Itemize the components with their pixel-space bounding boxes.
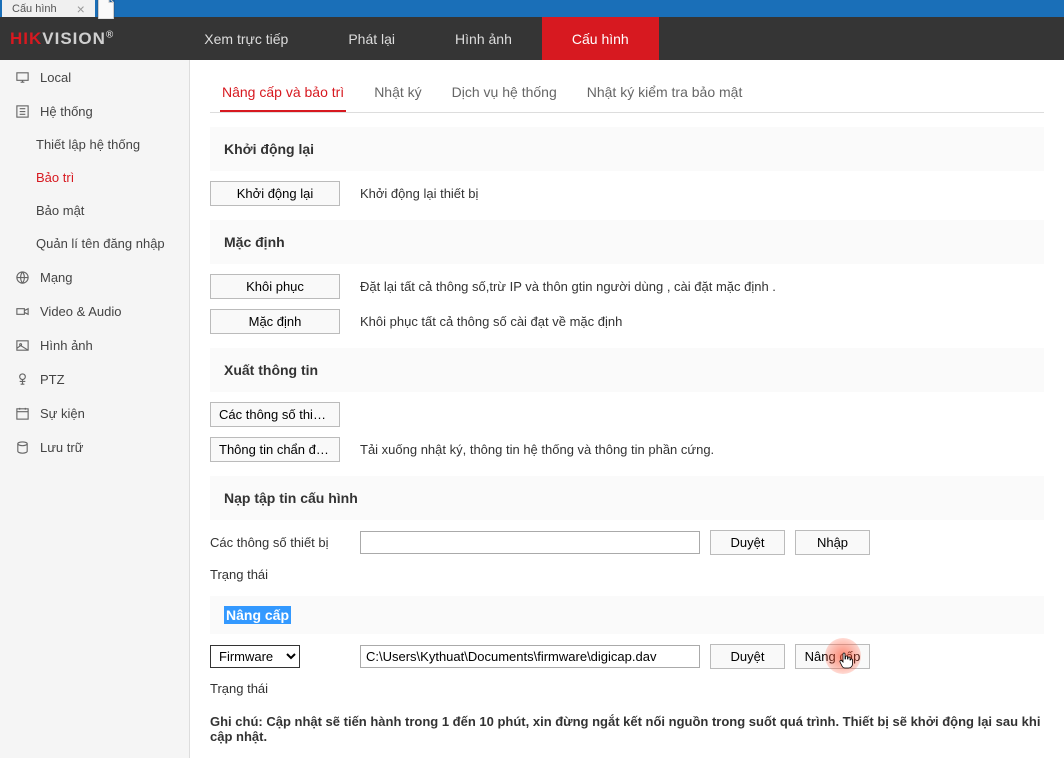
diagnose-info-button[interactable]: Thông tin chẩn đo… — [210, 437, 340, 462]
logo: HIKVISION® — [0, 29, 114, 49]
sidebar-label: Local — [40, 70, 71, 85]
panel-reboot: Khởi động lại — [210, 127, 1044, 171]
browser-tab[interactable]: Cấu hình × — [2, 0, 95, 17]
tab-log[interactable]: Nhật ký — [372, 74, 423, 112]
logo-part1: HIK — [10, 29, 42, 48]
panel-export: Xuất thông tin — [210, 348, 1044, 392]
upgrade-path-input[interactable] — [360, 645, 700, 668]
sidebar-item-user-management[interactable]: Quản lí tên đăng nhập — [0, 227, 189, 260]
sidebar-item-local[interactable]: Local — [0, 60, 189, 94]
sidebar-label: PTZ — [40, 372, 65, 387]
restore-button[interactable]: Khôi phục — [210, 274, 340, 299]
import-label: Các thông số thiết bị — [210, 535, 360, 550]
panel-import: Nạp tập tin cấu hình — [210, 476, 1044, 520]
sidebar-item-image[interactable]: Hình ảnh — [0, 328, 189, 362]
import-status-label: Trạng thái — [210, 567, 1044, 582]
sidebar-label: Bảo mật — [36, 203, 84, 218]
sidebar-label: Sự kiện — [40, 406, 85, 421]
sidebar-item-system[interactable]: Hệ thống — [0, 94, 189, 128]
sidebar-label: Hệ thống — [40, 104, 93, 119]
sidebar-label: Mạng — [40, 270, 73, 285]
ptz-icon — [14, 371, 30, 387]
sidebar-item-network[interactable]: Mạng — [0, 260, 189, 294]
upgrade-note: Ghi chú: Cập nhật sẽ tiến hành trong 1 đ… — [210, 714, 1044, 744]
nav-playback[interactable]: Phát lại — [318, 17, 425, 60]
tab-security-audit[interactable]: Nhật ký kiểm tra bảo mật — [585, 74, 745, 112]
panel-title: Nạp tập tin cấu hình — [224, 486, 1030, 510]
nav-picture[interactable]: Hình ảnh — [425, 17, 542, 60]
logo-registered: ® — [106, 29, 114, 40]
tab-title: Cấu hình — [12, 3, 57, 15]
image-icon — [14, 337, 30, 353]
device-params-button[interactable]: Các thông số thiết… — [210, 402, 340, 427]
panel-title: Xuất thông tin — [224, 358, 1030, 382]
sidebar-item-system-settings[interactable]: Thiết lập hệ thống — [0, 128, 189, 161]
reboot-description: Khởi động lại thiết bị — [360, 186, 478, 201]
sidebar-item-security[interactable]: Bảo mật — [0, 194, 189, 227]
sidebar-label: Video & Audio — [40, 304, 121, 319]
sidebar-item-ptz[interactable]: PTZ — [0, 362, 189, 396]
sidebar-label: Quản lí tên đăng nhập — [36, 236, 165, 251]
content-tabs: Nâng cấp và bảo trì Nhật ký Dịch vụ hệ t… — [210, 74, 1044, 113]
default-description: Khôi phục tất cả thông số cài đạt về mặc… — [360, 314, 622, 329]
import-browse-button[interactable]: Duyệt — [710, 530, 785, 555]
panel-title: Mặc định — [224, 230, 1030, 254]
close-icon[interactable]: × — [77, 1, 85, 17]
sidebar: Local Hệ thống Thiết lập hệ thống Bảo tr… — [0, 60, 190, 758]
panel-title: Nâng cấp — [224, 606, 291, 624]
sidebar-item-storage[interactable]: Lưu trữ — [0, 430, 189, 464]
browser-tab-bar: Cấu hình × — [0, 0, 1064, 17]
globe-icon — [14, 269, 30, 285]
panel-title: Khởi động lại — [224, 137, 1030, 161]
sidebar-item-maintenance[interactable]: Bảo trì — [0, 161, 189, 194]
sidebar-label: Thiết lập hệ thống — [36, 137, 140, 152]
logo-part2: VISION — [42, 29, 106, 48]
restore-description: Đặt lại tất cả thông số,trừ IP và thôn g… — [360, 279, 776, 294]
page-icon — [97, 0, 115, 19]
panel-upgrade: Nâng cấp — [210, 596, 1044, 634]
calendar-icon — [14, 405, 30, 421]
sidebar-item-event[interactable]: Sự kiện — [0, 396, 189, 430]
tab-system-service[interactable]: Dịch vụ hệ thống — [450, 74, 559, 112]
camera-icon — [14, 303, 30, 319]
reboot-button[interactable]: Khởi động lại — [210, 181, 340, 206]
settings-icon — [14, 103, 30, 119]
upgrade-button[interactable]: Nâng cấp — [795, 644, 870, 669]
header: HIKVISION® Xem trực tiếp Phát lại Hình ả… — [0, 17, 1064, 60]
tab-upgrade-maintenance[interactable]: Nâng cấp và bảo trì — [220, 74, 346, 112]
sidebar-label: Bảo trì — [36, 170, 74, 185]
storage-icon — [14, 439, 30, 455]
upgrade-status-label: Trạng thái — [210, 681, 1044, 696]
nav-liveview[interactable]: Xem trực tiếp — [174, 17, 318, 60]
upgrade-browse-button[interactable]: Duyệt — [710, 644, 785, 669]
nav-configuration[interactable]: Cấu hình — [542, 17, 659, 60]
upgrade-type-select[interactable]: Firmware — [210, 645, 300, 668]
monitor-icon — [14, 69, 30, 85]
sidebar-label: Hình ảnh — [40, 338, 93, 353]
panel-default: Mặc định — [210, 220, 1044, 264]
content: Nâng cấp và bảo trì Nhật ký Dịch vụ hệ t… — [190, 60, 1064, 758]
main-nav: Xem trực tiếp Phát lại Hình ảnh Cấu hình — [174, 17, 658, 60]
default-button[interactable]: Mặc định — [210, 309, 340, 334]
diagnose-description: Tải xuống nhật ký, thông tin hệ thống và… — [360, 442, 714, 457]
import-button[interactable]: Nhập — [795, 530, 870, 555]
import-path-input[interactable] — [360, 531, 700, 554]
sidebar-item-video-audio[interactable]: Video & Audio — [0, 294, 189, 328]
sidebar-label: Lưu trữ — [40, 440, 83, 455]
new-tab-button[interactable] — [97, 0, 115, 17]
